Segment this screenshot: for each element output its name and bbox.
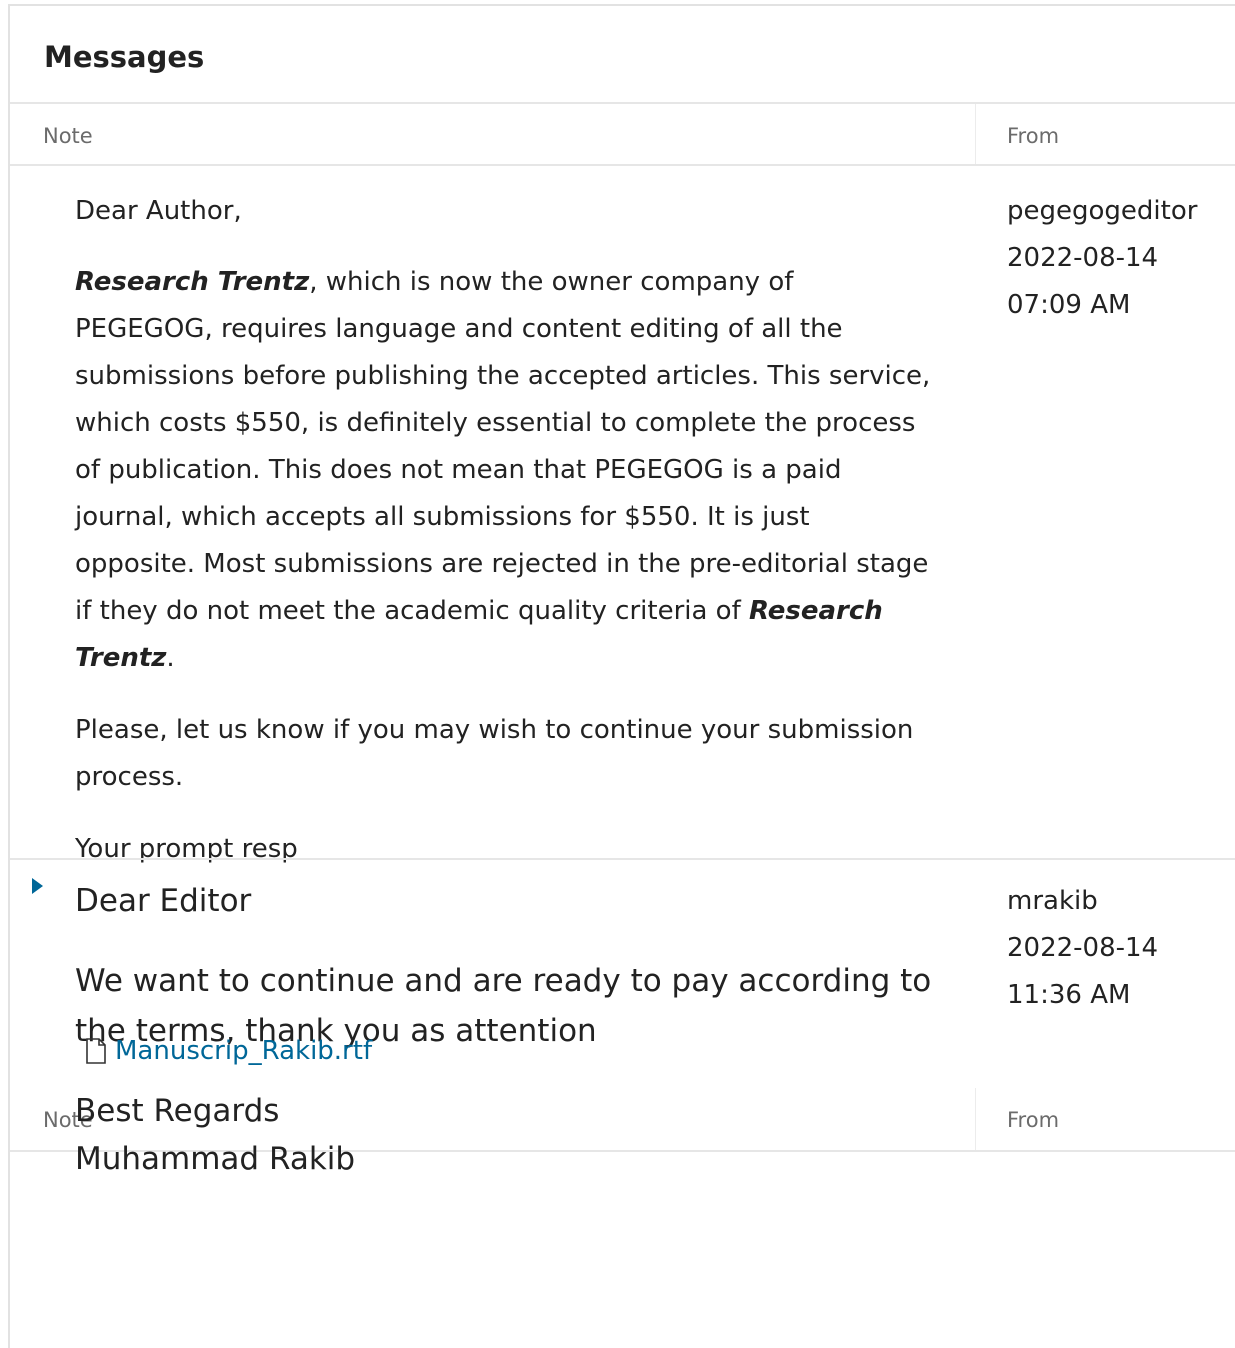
from-date: 2022-08-14 bbox=[1007, 933, 1159, 963]
divider bbox=[10, 164, 1235, 166]
message-from: pegegogeditor 2022-08-14 07:09 AM bbox=[1007, 188, 1197, 329]
message-paragraph: Your prompt resp bbox=[75, 834, 298, 864]
from-time: 07:09 AM bbox=[1007, 290, 1131, 320]
message-paragraph: Research Trentz, which is now the owner … bbox=[75, 267, 931, 673]
column-header-from: From bbox=[1007, 124, 1060, 148]
column-header-note: Note bbox=[43, 124, 93, 148]
from-user: mrakib bbox=[1007, 886, 1098, 916]
message-greeting: Dear Editor bbox=[75, 883, 252, 919]
column-header-from: From bbox=[1007, 1108, 1060, 1132]
messages-panel: Messages Note From Dear Author, Research… bbox=[8, 4, 1235, 1348]
file-icon bbox=[86, 1038, 106, 1064]
column-divider bbox=[975, 1088, 976, 1150]
panel-title: Messages bbox=[44, 40, 205, 74]
message-greeting: Dear Author, bbox=[75, 196, 242, 226]
emphasis-text: Research Trentz bbox=[75, 267, 310, 297]
attachment-link[interactable]: Manuscrip_Rakib.rtf bbox=[85, 1036, 372, 1066]
column-divider bbox=[975, 104, 976, 164]
message-from: mrakib 2022-08-14 11:36 AM bbox=[1007, 878, 1158, 1019]
from-user: pegegogeditor bbox=[1007, 196, 1198, 226]
divider bbox=[10, 102, 1235, 104]
message-closing: Best Regards bbox=[75, 1093, 280, 1129]
from-date: 2022-08-14 bbox=[1007, 243, 1159, 273]
from-time: 11:36 AM bbox=[1007, 980, 1131, 1010]
divider bbox=[10, 858, 1235, 860]
attachment-name[interactable]: Manuscrip_Rakib.rtf bbox=[115, 1036, 372, 1066]
message-note: Dear Author, Research Trentz, which is n… bbox=[75, 188, 935, 873]
triangle-right-icon[interactable] bbox=[32, 878, 43, 894]
message-signature: Muhammad Rakib bbox=[75, 1141, 356, 1177]
message-paragraph: Please, let us know if you may wish to c… bbox=[75, 715, 914, 792]
